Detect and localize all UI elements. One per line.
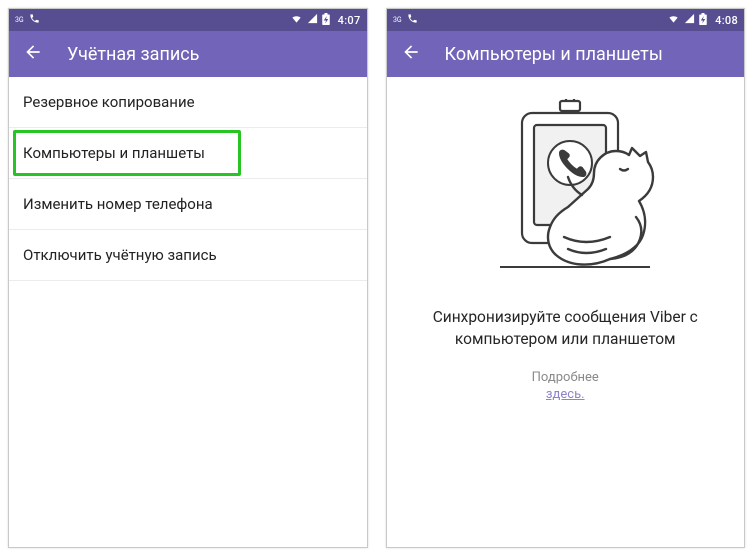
- battery-icon: [699, 13, 707, 28]
- status-clock: 4:07: [338, 14, 361, 27]
- sync-empty-state: Синхронизируйте сообщения Viber с компью…: [387, 77, 745, 547]
- menu-item-computers-tablets[interactable]: Компьютеры и планшеты: [9, 128, 367, 179]
- battery-icon: [322, 13, 330, 28]
- status-left-icons: 3G: [15, 13, 40, 27]
- sync-description-line1: Синхронизируйте сообщения Viber с: [433, 308, 698, 326]
- status-left-icons: 3G: [393, 13, 418, 27]
- signal-icon: [684, 13, 695, 27]
- back-arrow-icon[interactable]: [23, 42, 43, 66]
- sync-description-line2: компьютером или планшетом: [455, 330, 676, 348]
- phone-icon: [29, 13, 40, 27]
- status-clock: 4:08: [715, 14, 738, 27]
- menu-item-backup[interactable]: Резервное копирование: [9, 77, 367, 128]
- status-right-icons: 4:08: [667, 13, 738, 28]
- svg-text:3G: 3G: [393, 16, 402, 24]
- appbar-title: Учётная запись: [67, 44, 199, 65]
- menu-item-deactivate[interactable]: Отключить учётную запись: [9, 230, 367, 281]
- sync-description: Синхронизируйте сообщения Viber с компью…: [433, 307, 698, 350]
- phone-left-account-settings: 3G 4:07 Учётная запись Резервное копир: [8, 8, 368, 548]
- wifi-icon: [667, 13, 680, 27]
- status-bar: 3G 4:08: [387, 9, 745, 31]
- svg-text:3G: 3G: [15, 16, 24, 24]
- app-bar: Компьютеры и планшеты: [387, 31, 745, 77]
- phone-icon: [407, 13, 418, 27]
- appbar-title: Компьютеры и планшеты: [445, 44, 663, 65]
- phone-right-computers-tablets: 3G 4:08 Компьютеры и планшеты: [386, 8, 746, 548]
- tablet-mascot-illustration: [460, 99, 670, 289]
- learn-more-link[interactable]: здесь.: [546, 387, 585, 402]
- signal-icon: [307, 13, 318, 27]
- app-bar: Учётная запись: [9, 31, 367, 77]
- network-icon: 3G: [15, 14, 25, 27]
- menu-item-change-number[interactable]: Изменить номер телефона: [9, 179, 367, 230]
- learn-more-label: Подробнее: [532, 370, 599, 385]
- wifi-icon: [290, 13, 303, 27]
- status-right-icons: 4:07: [290, 13, 361, 28]
- account-settings-list: Резервное копирование Компьютеры и планш…: [9, 77, 367, 547]
- network-icon: 3G: [393, 14, 403, 27]
- status-bar: 3G 4:07: [9, 9, 367, 31]
- back-arrow-icon[interactable]: [401, 42, 421, 66]
